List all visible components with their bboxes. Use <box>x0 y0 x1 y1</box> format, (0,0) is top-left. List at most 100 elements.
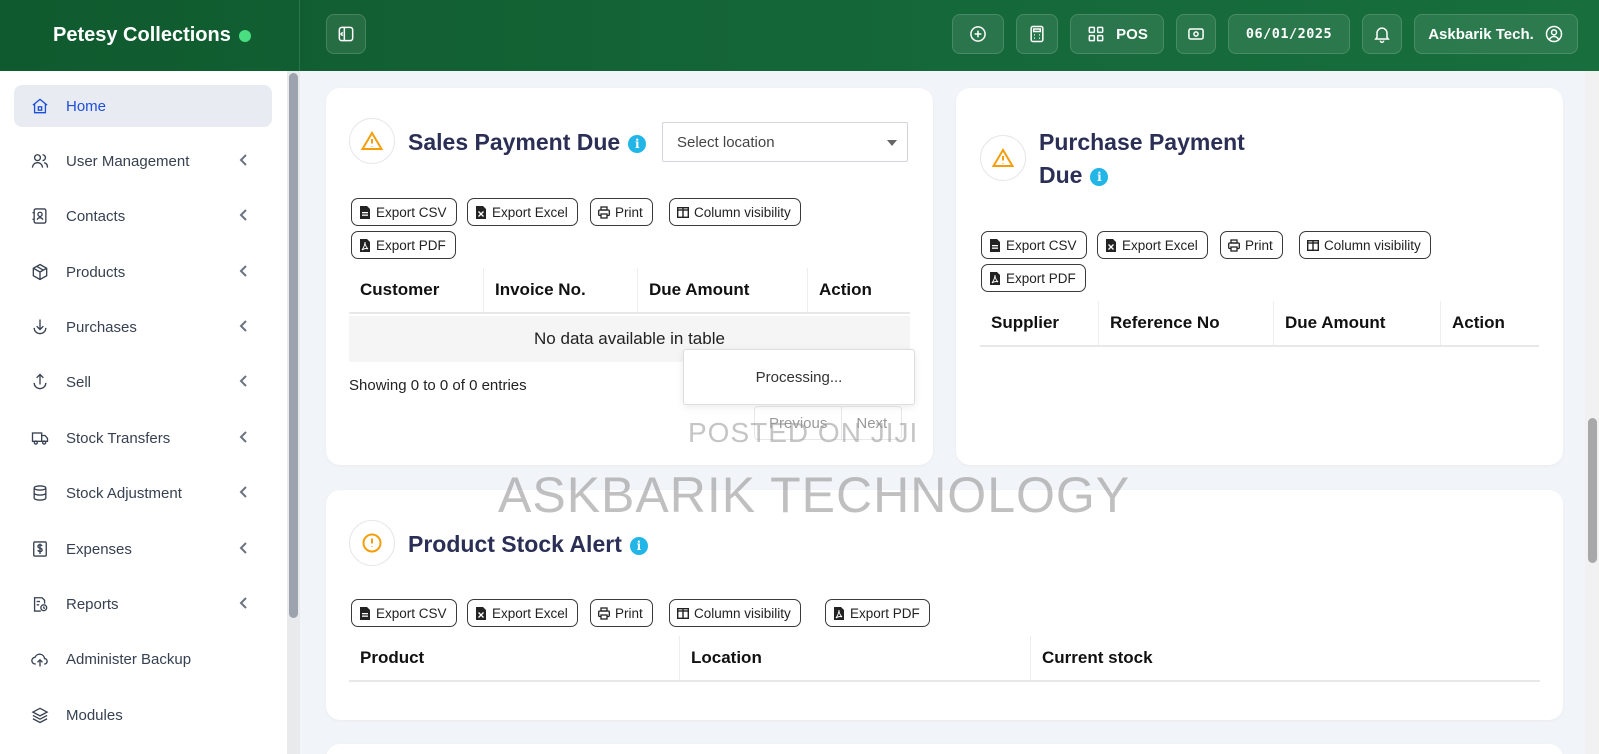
column-header-label: Product <box>360 648 425 667</box>
info-icon[interactable]: i <box>628 134 647 153</box>
date-display[interactable]: 06/01/2025 <box>1228 14 1350 54</box>
print-button[interactable]: Print <box>590 198 653 226</box>
sidebar-item-user-management[interactable]: User Management <box>14 140 272 182</box>
cash-register-button[interactable] <box>1176 14 1216 54</box>
export-csv-button[interactable]: Export CSV <box>351 599 457 627</box>
quick-add-button[interactable] <box>952 14 1004 54</box>
export-pdf-button[interactable]: Export PDF <box>825 599 930 627</box>
sidebar-item-stock-transfers[interactable]: Stock Transfers <box>14 417 272 459</box>
user-name: Askbarik Tech. <box>1428 25 1534 43</box>
cloud-upload-icon <box>30 649 50 669</box>
column-header[interactable]: Current stock <box>1031 636 1540 680</box>
file-pdf-icon <box>989 271 1001 285</box>
column-header[interactable]: Location <box>680 636 1031 680</box>
main-scrollbar-thumb[interactable] <box>1588 418 1597 563</box>
column-visibility-label: Column visibility <box>1324 237 1421 253</box>
print-button[interactable]: Print <box>590 599 653 627</box>
print-button[interactable]: Print <box>1220 231 1283 259</box>
grid-icon <box>1088 26 1104 42</box>
column-visibility-label: Column visibility <box>694 204 791 220</box>
column-header[interactable]: Due Amount <box>638 268 808 312</box>
purchase-payment-due-card: Purchase Payment Due i Export CSV Export … <box>956 88 1563 465</box>
column-header[interactable]: Invoice No. <box>484 268 638 312</box>
info-icon[interactable]: i <box>629 536 648 555</box>
user-menu-button[interactable]: Askbarik Tech. <box>1414 14 1578 54</box>
column-header[interactable]: Due Amount <box>1274 301 1441 345</box>
calculator-button[interactable] <box>1016 14 1058 54</box>
sidebar-item-label: Products <box>66 263 126 281</box>
notifications-button[interactable] <box>1362 14 1402 54</box>
download-circle-icon <box>30 317 50 337</box>
chevron-left-icon <box>236 540 252 556</box>
watermark-line-1: POSTED ON JIJI <box>688 417 919 448</box>
sidebar-item-stock-adjustment[interactable]: Stock Adjustment <box>14 472 272 514</box>
column-header-label: Supplier <box>991 313 1060 332</box>
sidebar-item-products[interactable]: Products <box>14 251 272 293</box>
home-icon <box>30 96 50 116</box>
box-icon <box>30 262 50 282</box>
column-visibility-button[interactable]: Column visibility <box>669 599 801 627</box>
sidebar-item-sell[interactable]: Sell <box>14 361 272 403</box>
card-title: Purchase Payment Due i <box>1039 126 1245 192</box>
columns-icon <box>1307 239 1319 252</box>
sidebar-toggle-icon <box>338 26 354 42</box>
sidebar-item-administer-backup[interactable]: Administer Backup <box>14 638 272 680</box>
sidebar-scrollbar-thumb[interactable] <box>289 73 298 618</box>
sidebar-toggle-button[interactable] <box>326 14 366 54</box>
bell-icon <box>1374 27 1390 44</box>
sidebar-item-modules[interactable]: Modules <box>14 694 272 736</box>
export-excel-label: Export Excel <box>492 204 568 220</box>
sidebar-item-label: Administer Backup <box>66 650 192 668</box>
pos-button[interactable]: POS <box>1070 14 1164 54</box>
info-icon[interactable]: i <box>1090 167 1109 186</box>
export-pdf-button[interactable]: Export PDF <box>981 264 1086 292</box>
chevron-left-icon <box>236 152 252 168</box>
sales-due-table-header: Customer Invoice No. Due Amount Action <box>349 268 910 314</box>
sidebar-item-reports[interactable]: Reports <box>14 583 272 625</box>
sidebar-item-label: Modules <box>66 706 123 724</box>
chevron-left-icon <box>236 429 252 445</box>
sidebar-item-contacts[interactable]: Contacts <box>14 195 272 237</box>
top-bar: Petesy Collections POS 06/01/2025 Askbar… <box>0 0 1599 71</box>
chevron-left-icon <box>236 207 252 223</box>
location-select[interactable]: Select location <box>662 122 908 162</box>
column-header[interactable]: Action <box>808 268 910 312</box>
column-header[interactable]: Product <box>349 636 680 680</box>
export-csv-button[interactable]: Export CSV <box>351 198 457 226</box>
cash-register-icon <box>1188 28 1204 40</box>
sidebar-item-label: Purchases <box>66 318 137 336</box>
next-card <box>326 744 1563 754</box>
export-excel-button[interactable]: Export Excel <box>1097 231 1208 259</box>
column-header-label: Location <box>691 648 762 667</box>
column-header-label: Current stock <box>1042 648 1153 667</box>
sidebar-scrollbar[interactable] <box>287 71 300 754</box>
sidebar-item-expenses[interactable]: Expenses <box>14 528 272 570</box>
column-visibility-button[interactable]: Column visibility <box>1299 231 1431 259</box>
export-excel-button[interactable]: Export Excel <box>467 599 578 627</box>
column-header[interactable]: Supplier <box>980 301 1099 345</box>
column-header-label: Invoice No. <box>495 280 586 299</box>
export-csv-button[interactable]: Export CSV <box>981 231 1087 259</box>
export-excel-button[interactable]: Export Excel <box>467 198 578 226</box>
chevron-left-icon <box>236 484 252 500</box>
sidebar-item-purchases[interactable]: Purchases <box>14 306 272 348</box>
export-csv-label: Export CSV <box>1006 237 1077 253</box>
sidebar-item-label: Stock Adjustment <box>66 484 182 502</box>
column-visibility-button[interactable]: Column visibility <box>669 198 801 226</box>
sidebar-item-home[interactable]: Home <box>14 85 272 127</box>
file-excel-icon <box>475 205 487 219</box>
dollar-receipt-icon <box>30 539 50 559</box>
export-pdf-label: Export PDF <box>376 237 446 253</box>
columns-icon <box>677 206 689 219</box>
brand[interactable]: Petesy Collections <box>0 0 300 71</box>
main-scrollbar[interactable] <box>1585 71 1599 754</box>
stock-alert-table-header: Product Location Current stock <box>349 636 1540 682</box>
column-header[interactable]: Customer <box>349 268 484 312</box>
sales-payment-due-card: Sales Payment Due i Select location Expor… <box>326 88 933 465</box>
column-header[interactable]: Reference No <box>1099 301 1274 345</box>
export-pdf-button[interactable]: Export PDF <box>351 231 456 259</box>
column-header[interactable]: Action <box>1441 301 1539 345</box>
file-excel-icon <box>1105 238 1117 252</box>
file-pdf-icon <box>833 606 845 620</box>
card-title-text: Due <box>1039 162 1083 188</box>
